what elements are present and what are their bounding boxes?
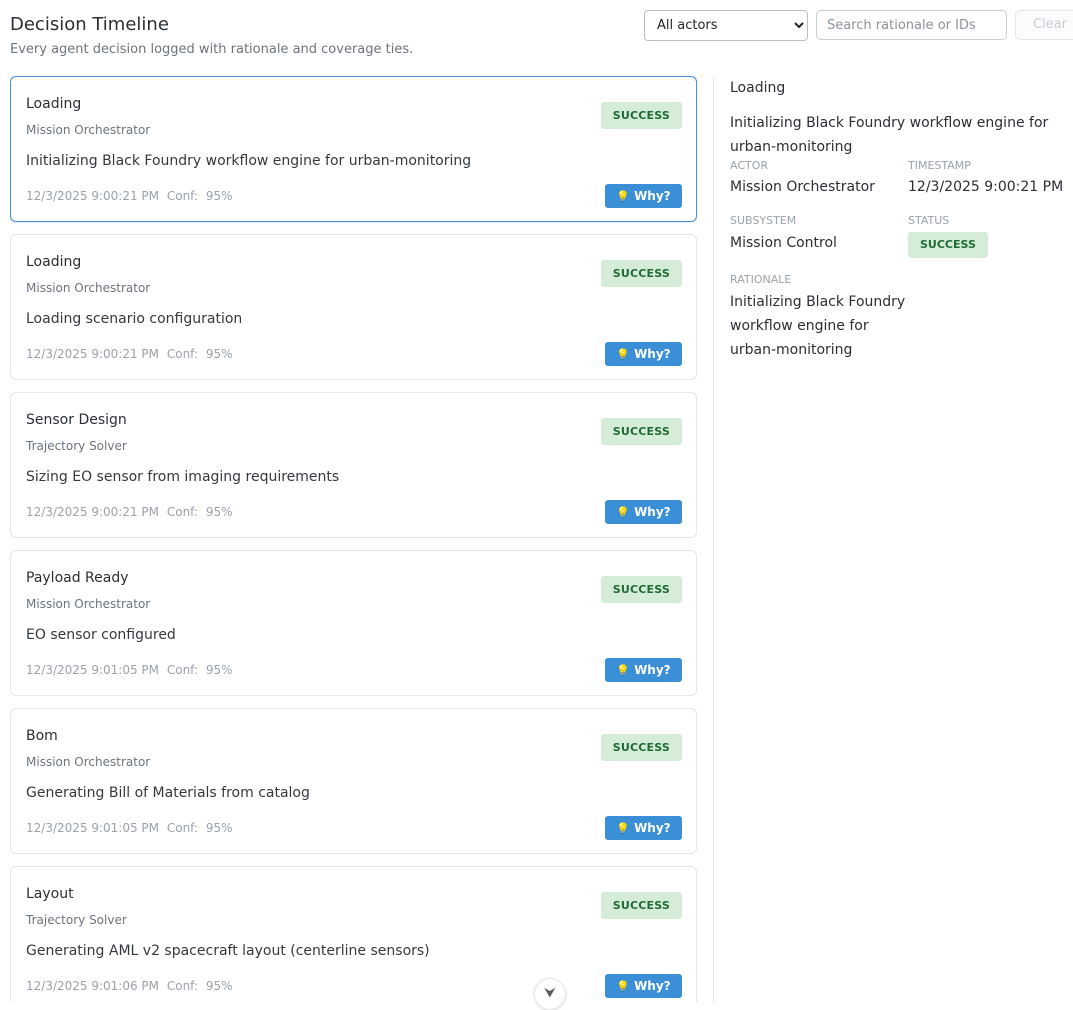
card-conf-label: Conf: bbox=[166, 979, 199, 993]
why-label: Why? bbox=[634, 189, 671, 203]
decision-detail-panel: Loading Initializing Black Foundry workf… bbox=[730, 76, 1073, 1002]
status-badge: SUCCESS bbox=[600, 102, 682, 129]
page-subtitle: Every agent decision logged with rationa… bbox=[10, 42, 414, 57]
detail-status-label: STATUS bbox=[908, 214, 950, 227]
status-badge: SUCCESS bbox=[600, 576, 682, 603]
card-conf-value: 95% bbox=[205, 663, 233, 677]
lightbulb-icon: 💡 bbox=[616, 664, 631, 677]
detail-rationale-value: Initializing Black Foundry workflow engi… bbox=[730, 294, 906, 358]
detail-title: Loading bbox=[730, 80, 786, 96]
status-badge: SUCCESS bbox=[600, 418, 682, 445]
why-button[interactable]: 💡 Why? bbox=[605, 974, 682, 998]
card-meta: 12/3/2025 9:00:21 PM Conf: 95% bbox=[26, 189, 233, 203]
lightbulb-icon: 💡 bbox=[616, 980, 631, 993]
card-actor: Trajectory Solver bbox=[26, 439, 127, 453]
detail-status-badge: SUCCESS bbox=[908, 232, 988, 258]
card-timestamp: 12/3/2025 9:01:05 PM bbox=[26, 821, 160, 835]
card-actor: Mission Orchestrator bbox=[26, 597, 151, 611]
why-button[interactable]: 💡 Why? bbox=[605, 184, 682, 208]
card-actor: Mission Orchestrator bbox=[26, 755, 151, 769]
detail-subsystem-value: Mission Control bbox=[730, 235, 837, 251]
card-title: Sensor Design bbox=[26, 412, 127, 428]
card-timestamp: 12/3/2025 9:00:21 PM bbox=[26, 189, 160, 203]
why-label: Why? bbox=[634, 979, 671, 993]
card-meta: 12/3/2025 9:00:21 PM Conf: 95% bbox=[26, 505, 233, 519]
card-conf-label: Conf: bbox=[166, 189, 199, 203]
detail-rationale-label: RATIONALE bbox=[730, 273, 792, 286]
why-button[interactable]: 💡 Why? bbox=[605, 500, 682, 524]
decision-card[interactable]: Bom Mission Orchestrator Generating Bill… bbox=[10, 708, 697, 854]
decision-card[interactable]: Loading Mission Orchestrator Initializin… bbox=[10, 76, 697, 222]
decision-list[interactable]: Loading Mission Orchestrator Initializin… bbox=[10, 76, 697, 1002]
decision-card[interactable]: Loading Mission Orchestrator Loading sce… bbox=[10, 234, 697, 380]
card-meta: 12/3/2025 9:00:21 PM Conf: 95% bbox=[26, 347, 233, 361]
card-conf-label: Conf: bbox=[166, 505, 199, 519]
card-actor: Trajectory Solver bbox=[26, 913, 127, 927]
clear-button[interactable]: Clear bbox=[1015, 10, 1073, 40]
why-button[interactable]: 💡 Why? bbox=[605, 658, 682, 682]
chevron-down-icon: ⮟ bbox=[544, 985, 556, 1001]
detail-timestamp-value: 12/3/2025 9:00:21 PM bbox=[908, 179, 1064, 195]
card-actor: Mission Orchestrator bbox=[26, 123, 151, 137]
lightbulb-icon: 💡 bbox=[616, 822, 631, 835]
card-conf-value: 95% bbox=[205, 821, 233, 835]
why-label: Why? bbox=[634, 821, 671, 835]
lightbulb-icon: 💡 bbox=[616, 506, 631, 519]
lightbulb-icon: 💡 bbox=[616, 348, 631, 361]
card-conf-label: Conf: bbox=[166, 821, 199, 835]
panel-divider bbox=[713, 76, 714, 1002]
why-button[interactable]: 💡 Why? bbox=[605, 342, 682, 366]
card-title: Payload Ready bbox=[26, 570, 129, 586]
card-conf-value: 95% bbox=[205, 505, 233, 519]
card-conf-label: Conf: bbox=[166, 663, 199, 677]
card-timestamp: 12/3/2025 9:01:06 PM bbox=[26, 979, 160, 993]
detail-actor-label: ACTOR bbox=[730, 159, 769, 172]
card-description: Generating Bill of Materials from catalo… bbox=[26, 785, 310, 801]
card-title: Loading bbox=[26, 96, 82, 112]
card-title: Layout bbox=[26, 886, 74, 902]
scroll-down-button[interactable]: ⮟ bbox=[534, 978, 566, 1010]
card-description: Sizing EO sensor from imaging requiremen… bbox=[26, 469, 340, 485]
why-button[interactable]: 💡 Why? bbox=[605, 816, 682, 840]
why-label: Why? bbox=[634, 505, 671, 519]
search-input[interactable] bbox=[816, 10, 1007, 40]
card-meta: 12/3/2025 9:01:05 PM Conf: 95% bbox=[26, 663, 233, 677]
lightbulb-icon: 💡 bbox=[616, 190, 631, 203]
card-conf-label: Conf: bbox=[166, 347, 199, 361]
detail-subsystem-label: SUBSYSTEM bbox=[730, 214, 797, 227]
card-description: EO sensor configured bbox=[26, 627, 176, 643]
card-conf-value: 95% bbox=[205, 189, 233, 203]
card-timestamp: 12/3/2025 9:00:21 PM bbox=[26, 347, 160, 361]
decision-card[interactable]: Payload Ready Mission Orchestrator EO se… bbox=[10, 550, 697, 696]
card-timestamp: 12/3/2025 9:01:05 PM bbox=[26, 663, 160, 677]
why-label: Why? bbox=[634, 347, 671, 361]
detail-description: Initializing Black Foundry workflow engi… bbox=[730, 115, 1049, 155]
card-conf-value: 95% bbox=[205, 347, 233, 361]
card-timestamp: 12/3/2025 9:00:21 PM bbox=[26, 505, 160, 519]
card-meta: 12/3/2025 9:01:06 PM Conf: 95% bbox=[26, 979, 233, 993]
decision-card[interactable]: Sensor Design Trajectory Solver Sizing E… bbox=[10, 392, 697, 538]
page-title: Decision Timeline bbox=[10, 14, 169, 35]
why-label: Why? bbox=[634, 663, 671, 677]
detail-actor-value: Mission Orchestrator bbox=[730, 179, 875, 195]
status-badge: SUCCESS bbox=[600, 734, 682, 761]
decision-card[interactable]: Layout Trajectory Solver Generating AML … bbox=[10, 866, 697, 1002]
card-description: Initializing Black Foundry workflow engi… bbox=[26, 153, 472, 169]
detail-timestamp-label: TIMESTAMP bbox=[908, 159, 971, 172]
status-badge: SUCCESS bbox=[600, 260, 682, 287]
card-title: Bom bbox=[26, 728, 58, 744]
card-title: Loading bbox=[26, 254, 82, 270]
actor-filter-select[interactable]: All actors bbox=[644, 10, 808, 41]
card-description: Generating AML v2 spacecraft layout (cen… bbox=[26, 943, 430, 959]
card-actor: Mission Orchestrator bbox=[26, 281, 151, 295]
status-badge: SUCCESS bbox=[600, 892, 682, 919]
card-description: Loading scenario configuration bbox=[26, 311, 243, 327]
card-conf-value: 95% bbox=[205, 979, 233, 993]
page-header: Decision Timeline Every agent decision l… bbox=[10, 10, 1073, 62]
card-meta: 12/3/2025 9:01:05 PM Conf: 95% bbox=[26, 821, 233, 835]
